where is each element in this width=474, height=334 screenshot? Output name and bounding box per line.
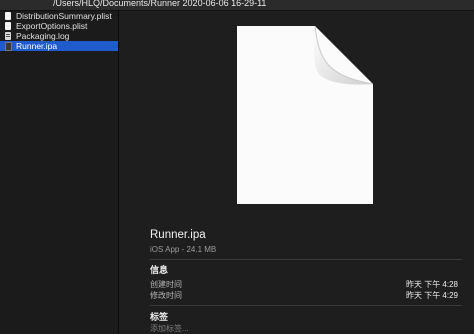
file-item-label: Runner.ipa [16, 41, 58, 51]
file-type-size: iOS App - 24.1 MB [150, 245, 217, 254]
file-item-packaging-log[interactable]: Packaging.log [0, 31, 118, 41]
file-item-runner-ipa[interactable]: Runner.ipa [0, 41, 118, 51]
plist-file-icon [5, 22, 11, 30]
file-list-sidebar: DistributionSummary.plist ExportOptions.… [0, 11, 119, 334]
document-preview-icon [237, 25, 374, 204]
add-tags-input[interactable] [150, 324, 270, 333]
plist-file-icon [5, 12, 11, 20]
file-name: Runner.ipa [150, 229, 206, 241]
file-item-label: DistributionSummary.plist [16, 11, 112, 21]
log-file-icon [5, 32, 11, 40]
file-item-label: ExportOptions.plist [16, 21, 88, 31]
modified-label: 修改时间 [150, 291, 182, 300]
divider [150, 305, 462, 306]
file-item-export-options[interactable]: ExportOptions.plist [0, 21, 118, 31]
file-item-distribution-summary[interactable]: DistributionSummary.plist [0, 11, 118, 21]
info-section-header: 信息 [150, 265, 169, 275]
modified-value: 昨天 下午 4:29 [405, 291, 458, 300]
window-titlebar: /Users/HLQ/Documents/Runner 2020-06-06 1… [0, 0, 474, 11]
created-value: 昨天 下午 4:28 [405, 280, 458, 289]
created-label: 创建时间 [150, 280, 182, 289]
tags-section-header: 标签 [150, 312, 169, 322]
file-item-label: Packaging.log [16, 31, 70, 41]
divider [150, 259, 462, 260]
ipa-file-icon [5, 42, 12, 51]
window-path-title: /Users/HLQ/Documents/Runner 2020-06-06 1… [53, 0, 267, 8]
